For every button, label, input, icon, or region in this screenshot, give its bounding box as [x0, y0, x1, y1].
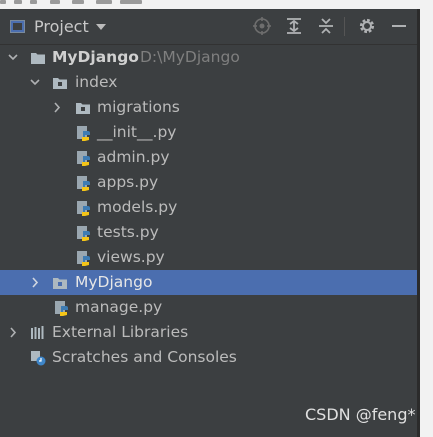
tree-item-label: tests.py	[97, 223, 159, 241]
python-file-icon	[77, 126, 90, 141]
tree-root-label: MyDjango	[52, 48, 139, 66]
tree-row-root[interactable]: MyDjango D:\MyDjango	[0, 45, 417, 70]
tree-item-label: admin.py	[97, 148, 170, 166]
tree-row-file[interactable]: __init__.py	[0, 120, 417, 145]
tree-item-label: index	[75, 73, 118, 91]
strip-mark	[120, 0, 142, 4]
project-icon	[10, 20, 25, 33]
top-strip	[0, 0, 433, 9]
library-icon	[31, 326, 44, 339]
tree-item-label: External Libraries	[52, 323, 189, 341]
tree-item-label: manage.py	[75, 298, 163, 316]
project-tool-window: Project MyDjango D:\MyDjango index migra…	[0, 9, 417, 437]
tree-row-file[interactable]: manage.py	[0, 295, 417, 320]
package-folder-icon	[76, 103, 90, 114]
strip-mark	[0, 0, 6, 4]
tree-root-path: D:\MyDjango	[140, 48, 240, 66]
collapse-all-icon[interactable]	[316, 16, 336, 36]
watermark: CSDN @feng*	[305, 405, 416, 424]
python-file-icon	[77, 151, 90, 166]
python-file-icon	[77, 226, 90, 241]
chevron-right-icon[interactable]	[29, 270, 41, 295]
folder-icon	[31, 53, 45, 64]
tree-row-migrations[interactable]: migrations	[0, 95, 417, 120]
chevron-right-icon[interactable]	[7, 320, 19, 345]
tree-item-label: __init__.py	[97, 123, 177, 141]
strip-mark	[96, 0, 112, 4]
chevron-right-icon[interactable]	[51, 95, 63, 120]
strip-mark	[72, 0, 84, 4]
python-file-icon	[77, 201, 90, 216]
chevron-down-icon[interactable]	[7, 45, 19, 70]
tree-row-file[interactable]: apps.py	[0, 170, 417, 195]
tree-item-label: MyDjango	[75, 273, 153, 291]
tree-item-label: Scratches and Consoles	[52, 348, 237, 366]
hide-icon[interactable]	[389, 16, 409, 36]
vertical-scrollbar[interactable]	[417, 9, 433, 437]
scratches-icon	[31, 351, 46, 366]
scrollbar-edge	[417, 9, 420, 437]
toolwindow-header: Project	[0, 9, 417, 45]
tree-item-label: apps.py	[97, 173, 159, 191]
tree-row-external-libraries[interactable]: External Libraries	[0, 320, 417, 345]
strip-mark	[50, 0, 60, 4]
package-folder-icon	[53, 78, 67, 89]
chevron-down-icon[interactable]	[96, 24, 106, 30]
tree-row-index[interactable]: index	[0, 70, 417, 95]
header-divider	[344, 17, 345, 36]
chevron-down-icon[interactable]	[29, 70, 41, 95]
tree-row-file[interactable]: models.py	[0, 195, 417, 220]
tree-row-mydjango-selected[interactable]: MyDjango	[0, 270, 417, 295]
tree-row-file[interactable]: admin.py	[0, 145, 417, 170]
python-file-icon	[77, 176, 90, 191]
python-file-icon	[55, 301, 68, 316]
python-file-icon	[77, 251, 90, 266]
settings-icon[interactable]	[357, 16, 377, 36]
tree-row-scratches[interactable]: Scratches and Consoles	[0, 345, 417, 370]
tree-row-file[interactable]: views.py	[0, 245, 417, 270]
project-view-selector[interactable]: Project	[34, 17, 89, 36]
tree-item-label: views.py	[97, 248, 165, 266]
locate-icon[interactable]	[252, 16, 272, 36]
strip-mark	[30, 0, 37, 4]
expand-all-icon[interactable]	[284, 16, 304, 36]
tree-row-file[interactable]: tests.py	[0, 220, 417, 245]
tree-item-label: models.py	[97, 198, 178, 216]
tree-item-label: migrations	[97, 98, 180, 116]
package-folder-icon	[53, 278, 67, 289]
strip-mark	[14, 0, 22, 4]
